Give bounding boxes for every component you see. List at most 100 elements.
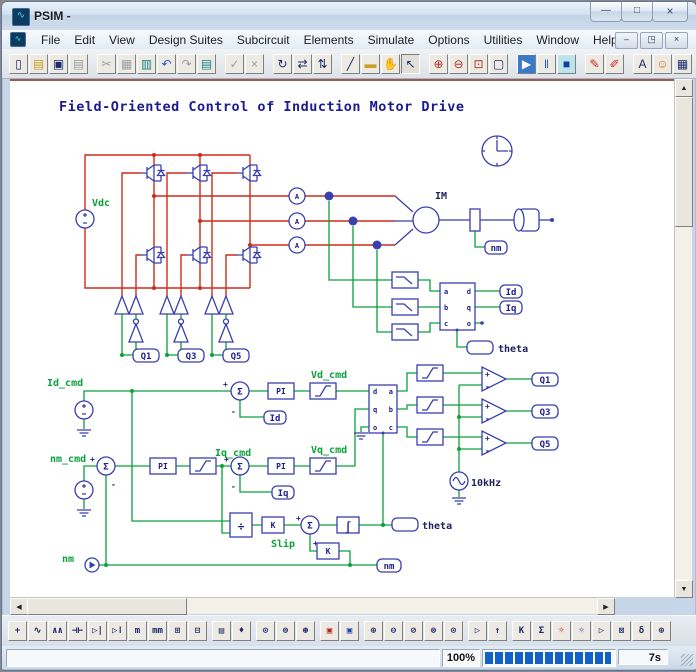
abc-to-dqo-block[interactable]: a b c d q o [440,283,475,332]
label-button[interactable]: ▬ [361,54,380,74]
element-igbt[interactable]: ⊞ [168,621,187,641]
clipboard-button[interactable]: ▤ [197,54,216,74]
schematic-canvas[interactable]: Field-Oriented Control of Induction Moto… [10,79,674,597]
element-scope-1[interactable]: ▣ [320,621,339,641]
copy-button[interactable]: ▦ [117,54,136,74]
element-switch-controller[interactable]: ↑ [488,621,507,641]
menu-utilities[interactable]: Utilities [477,31,530,49]
id-control-loop[interactable]: Id_cmd Σ + - PI Vd_cmd Id [47,370,347,436]
slip-calculation[interactable]: ÷ K Σ + + Slip ∫ theta K [230,513,452,559]
current-filters[interactable] [392,272,418,340]
zoom-in-button[interactable]: ⊕ [429,54,448,74]
element-capacitor[interactable]: ⊣⊢ [68,621,87,641]
vertical-scroll-thumb[interactable] [675,97,693,227]
element-machine[interactable]: ⊕ [652,621,671,641]
induction-motor[interactable]: IM nm [413,191,539,254]
menu-view[interactable]: View [102,31,142,49]
element-mosfet[interactable]: ⊟ [188,621,207,641]
element-transformer[interactable]: mm [148,621,167,641]
horizontal-scroll-thumb[interactable] [27,598,187,615]
run-simulation-button[interactable]: ▶ [517,54,536,74]
ammeters[interactable]: A A A [289,188,305,253]
element-opamp[interactable]: ▷ [592,621,611,641]
redo-button[interactable]: ↷ [177,54,196,74]
element-block[interactable]: ⊠ [612,621,631,641]
inverter-bridge[interactable] [141,165,261,263]
vertical-scrollbar[interactable]: ▲ ▼ [674,79,692,597]
element-resistor[interactable]: ∿ [28,621,47,641]
zoom-area-button[interactable]: ⊡ [469,54,488,74]
element-voltmeter[interactable]: ⊙ [256,621,275,641]
element-filter-2[interactable]: ☼ [572,621,591,641]
element-list-button[interactable]: ▦ [673,54,692,74]
menu-subcircuit[interactable]: Subcircuit [230,31,297,49]
speed-sensor[interactable] [470,209,480,231]
menu-simulate[interactable]: Simulate [361,31,422,49]
clock-element[interactable] [482,136,512,166]
element-scope-2[interactable]: ▣ [340,621,359,641]
theta-out-box[interactable] [392,518,418,531]
element-wattmeter[interactable]: ⊛ [296,621,315,641]
title-bar[interactable]: ∿ PSIM - — □ × [2,2,696,31]
speed-control-loop[interactable]: nm_cmd Σ + - PI Iq_cmd Σ + - PI Vq_cmd I… [50,445,347,516]
cut-button[interactable]: ✂ [97,54,116,74]
menu-edit[interactable]: Edit [67,31,102,49]
element-sensor[interactable]: δ [632,621,651,641]
simview-button[interactable]: ☺ [653,54,672,74]
stop-simulation-button[interactable]: ■ [557,54,576,74]
mdi-restore-button[interactable]: ◳ [640,32,663,49]
element-probe[interactable]: ♦ [232,621,251,641]
menu-file[interactable]: File [34,31,67,49]
element-wire[interactable]: + [8,621,27,641]
element-source-controlled-v[interactable]: ⊘ [404,621,423,641]
element-inductor[interactable]: m [128,621,147,641]
element-source-dc[interactable]: ⊕ [364,621,383,641]
pan-button[interactable]: ✋ [381,54,400,74]
menu-elements[interactable]: Elements [297,31,361,49]
zoom-out-button[interactable]: ⊖ [449,54,468,74]
resize-grip[interactable] [681,654,693,666]
close-button[interactable]: × [652,2,688,22]
select-button[interactable]: ↖ [401,54,420,74]
vdc-source[interactable]: Vdc [76,198,110,228]
flip-vertical-button[interactable]: ⇅ [313,54,332,74]
fit-page-button[interactable]: ▢ [489,54,508,74]
minimize-button[interactable]: — [590,2,622,22]
probe-current-button[interactable]: ✐ [605,54,624,74]
element-diode[interactable]: ▷| [88,621,107,641]
element-source-ac[interactable]: ⊖ [384,621,403,641]
mechanical-load[interactable] [514,209,539,231]
element-source-controlled-i[interactable]: ⊗ [424,621,443,641]
carrier-source[interactable]: 10kHz [450,472,501,504]
element-filter-1[interactable]: ☼ [552,621,571,641]
mdi-close-button[interactable]: × [665,32,688,49]
scroll-right-button[interactable]: ▶ [597,598,615,615]
scroll-up-button[interactable]: ▲ [675,79,693,97]
menu-window[interactable]: Window [529,31,586,49]
element-gain[interactable]: K [512,621,531,641]
undo-button[interactable]: ↶ [157,54,176,74]
pwm-comparators[interactable]: + - + - + - Q1 Q3 Q5 10kHz [417,365,558,504]
element-thyristor[interactable]: ▷ǀ [108,621,127,641]
element-ammeter[interactable]: ⊚ [276,621,295,641]
pause-simulation-button[interactable]: ‖ [537,54,556,74]
maximize-button[interactable]: □ [621,2,653,22]
rotate-button[interactable]: ↻ [273,54,292,74]
text-button[interactable]: A [633,54,652,74]
element-gating-block[interactable]: ▷ [468,621,487,641]
new-button[interactable]: ▯ [9,54,28,74]
wire-check-button[interactable]: ✓ [225,54,244,74]
scroll-down-button[interactable]: ▼ [675,580,693,598]
schematic-svg[interactable]: Field-Oriented Control of Induction Moto… [10,81,674,598]
paste-button[interactable]: ▥ [137,54,156,74]
mdi-minimize-button[interactable]: – [615,32,638,49]
element-resistor-iec[interactable]: ∧∧ [48,621,67,641]
save-button[interactable]: ▣ [49,54,68,74]
horizontal-scrollbar[interactable]: ◀ ▶ [10,597,614,614]
element-battery[interactable]: ▤ [212,621,231,641]
probe-voltage-button[interactable]: ✎ [585,54,604,74]
theta-link-box[interactable] [467,341,493,354]
flip-horizontal-button[interactable]: ⇄ [293,54,312,74]
element-source-current[interactable]: ⊙ [444,621,463,641]
id-iq-outputs[interactable]: Id Iq theta [467,285,528,355]
